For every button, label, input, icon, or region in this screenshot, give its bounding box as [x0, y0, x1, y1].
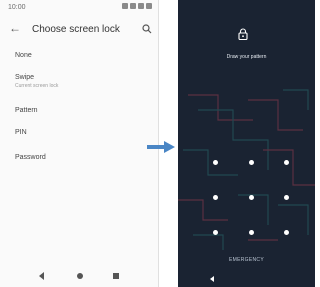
option-pattern[interactable]: Pattern: [15, 107, 38, 114]
pattern-dot[interactable]: [284, 195, 289, 200]
pattern-dot[interactable]: [213, 160, 218, 165]
pattern-lock-screen: Draw your pattern EMERGENCY: [178, 0, 315, 287]
emergency-button[interactable]: EMERGENCY: [178, 257, 315, 263]
option-none[interactable]: None: [15, 52, 32, 59]
alarm-icon: [122, 3, 128, 9]
nav-back-icon[interactable]: [39, 272, 44, 280]
background-pattern: [178, 89, 315, 250]
option-label: PIN: [15, 129, 27, 136]
nav-home-icon[interactable]: [77, 273, 83, 279]
search-icon[interactable]: [142, 24, 152, 34]
option-password[interactable]: Password: [15, 154, 46, 161]
pattern-dot[interactable]: [249, 230, 254, 235]
page-title: Choose screen lock: [32, 24, 120, 35]
option-pin[interactable]: PIN: [15, 129, 27, 136]
signal-icon: [138, 3, 144, 9]
navigation-bar: [0, 265, 158, 287]
option-swipe[interactable]: Swipe Current screen lock: [15, 74, 58, 89]
status-bar: 10:00: [0, 0, 158, 15]
instruction-text: Draw your pattern: [226, 54, 267, 60]
option-label: None: [15, 52, 32, 59]
nav-back-icon[interactable]: [210, 276, 214, 282]
back-arrow-icon[interactable]: ←: [9, 22, 21, 34]
flow-arrow-icon: [147, 141, 175, 153]
pattern-dot[interactable]: [284, 230, 289, 235]
option-label: Password: [15, 154, 46, 161]
option-subtitle: Current screen lock: [15, 83, 59, 89]
lock-icon: [238, 28, 248, 40]
app-bar: ← Choose screen lock: [0, 15, 158, 45]
option-label: Pattern: [15, 107, 38, 114]
battery-icon: [146, 3, 152, 9]
pattern-dot[interactable]: [284, 160, 289, 165]
pattern-dot[interactable]: [249, 160, 254, 165]
pattern-dot[interactable]: [249, 195, 254, 200]
option-label: Swipe: [15, 74, 35, 81]
nav-recents-icon[interactable]: [113, 273, 119, 279]
wifi-icon: [130, 3, 136, 9]
pattern-dot[interactable]: [213, 195, 218, 200]
status-time: 10:00: [8, 4, 26, 11]
status-icons: [122, 3, 152, 9]
choose-screen-lock-screen: 10:00 ← Choose screen lock None Swipe Cu…: [0, 0, 159, 287]
pattern-dot[interactable]: [213, 230, 218, 235]
